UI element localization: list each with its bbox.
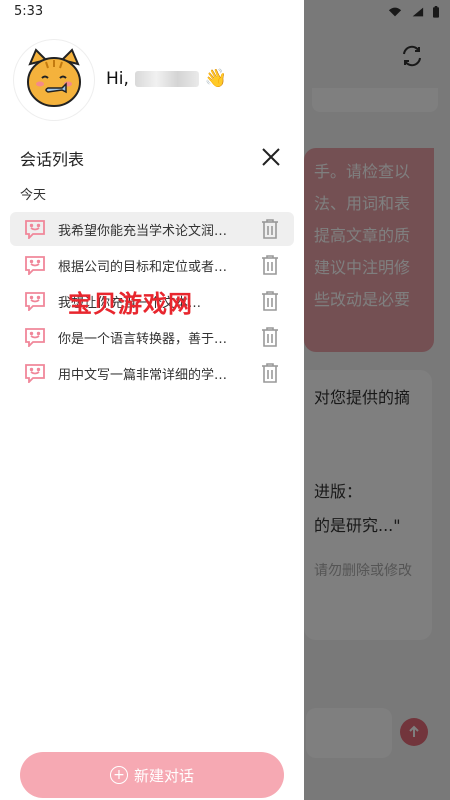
chat-bubble-icon — [25, 220, 45, 239]
conversation-title: 根据公司的目标和定位或者… — [58, 259, 228, 275]
conversation-drawer: 5:33 Hi, 👋 会话列表 今天 我希望你能充当学术论文润… 根据公司的目标… — [0, 0, 304, 800]
conversation-item[interactable]: 用中文写一篇非常详细的学… — [10, 356, 294, 390]
trash-icon[interactable] — [260, 362, 280, 384]
conversation-title: 用中文写一篇非常详细的学… — [58, 367, 228, 383]
chat-bubble-icon — [25, 292, 45, 311]
new-conversation-button[interactable]: + 新建对话 — [20, 752, 284, 798]
trash-icon[interactable] — [260, 290, 280, 312]
trash-icon[interactable] — [260, 326, 280, 348]
close-icon — [262, 148, 280, 166]
trash-icon[interactable] — [260, 218, 280, 240]
greeting-label: Hi, — [106, 68, 129, 89]
trash-icon[interactable] — [260, 254, 280, 276]
cat-avatar-icon — [27, 48, 81, 107]
conversation-item[interactable]: 根据公司的目标和定位或者… — [10, 248, 294, 282]
greeting: Hi, 👋 — [106, 68, 227, 89]
chat-bubble-icon — [25, 256, 45, 275]
status-time: 5:33 — [14, 4, 44, 19]
chat-bubble-icon — [25, 364, 45, 383]
wave-emoji: 👋 — [204, 68, 228, 89]
new-conversation-label: 新建对话 — [133, 766, 194, 785]
list-title: 会话列表 — [20, 150, 85, 169]
close-drawer-button[interactable] — [256, 142, 286, 172]
conversation-title: 你是一个语言转换器，善于… — [58, 331, 228, 347]
username-blurred — [134, 70, 199, 87]
section-label-today: 今天 — [20, 188, 47, 203]
conversation-item[interactable]: 我希望你能充当学术论文润… — [10, 212, 294, 246]
conversation-title: 我希望你能充当学术论文润… — [58, 223, 228, 239]
conversation-item[interactable]: 你是一个语言转换器，善于… — [10, 320, 294, 354]
watermark: 宝贝游戏网 — [68, 290, 193, 318]
chat-bubble-icon — [25, 328, 45, 347]
avatar[interactable] — [14, 40, 94, 120]
plus-circle-icon: + — [109, 766, 128, 784]
